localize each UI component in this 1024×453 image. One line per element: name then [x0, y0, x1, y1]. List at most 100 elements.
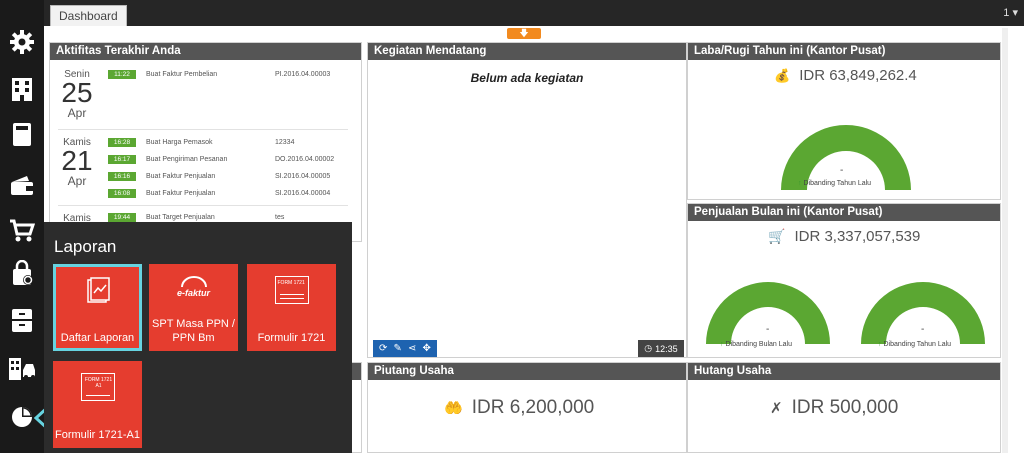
receivables-panel: Piutang Usaha 🤲 IDR 6,200,000	[367, 362, 687, 453]
tile-label: SPT Masa PPN / PPN Bm	[152, 318, 235, 344]
payables-title: Hutang Usaha	[688, 363, 1000, 380]
sales-gauge-month	[706, 282, 830, 344]
refresh-icon[interactable]: ⟳	[379, 343, 387, 354]
upcoming-panel: Kegiatan Mendatang Belum ada kegiatan ⟳ …	[367, 42, 687, 358]
tile-label: Daftar Laporan	[60, 332, 135, 344]
activity-time: 19:44	[108, 213, 136, 222]
spt-masa-ppn-tile[interactable]: e-faktur SPT Masa PPN / PPN Bm	[149, 264, 238, 351]
activity-text: Buat Harga Pemasok	[146, 139, 213, 146]
book-icon[interactable]	[6, 118, 38, 150]
tab-count-value: 1	[1003, 7, 1010, 19]
activity-panel: Aktifitas Terakhir Anda Senin 25 Apr 11:…	[49, 42, 362, 242]
receivables-title: Piutang Usaha	[368, 363, 686, 380]
empty-message: Belum ada kegiatan	[470, 71, 584, 85]
hand-money-icon: 🤲	[444, 400, 463, 417]
arrow-down-icon: 🡇	[519, 27, 529, 38]
arrow-up-icon: ↑	[878, 341, 882, 348]
divider	[58, 129, 348, 130]
profit-panel: Laba/Rugi Tahun ini (Kantor Pusat) 💰 IDR…	[687, 42, 1001, 200]
bag-icon[interactable]	[6, 257, 38, 289]
profit-amount-row: 💰 IDR 63,849,262.4	[774, 67, 917, 84]
clock-badge: ◷ 12:35	[638, 340, 684, 357]
activity-ref: DO.2016.04.00002	[275, 156, 335, 163]
activity-row[interactable]: 11:22 Buat Faktur Pembelian PI.2016.04.0…	[108, 70, 348, 81]
arrow-up-icon: ↑	[798, 180, 802, 187]
payables-panel: Hutang Usaha ✗ IDR 500,000	[687, 362, 1001, 453]
tile-label: Formulir 1721-A1	[55, 429, 140, 441]
tile-label: Formulir 1721	[257, 332, 326, 344]
buildings-icon[interactable]	[6, 73, 38, 105]
tab-dashboard[interactable]: Dashboard	[50, 5, 127, 26]
formulir-1721-a1-tile[interactable]: FORM 1721 A1 Formulir 1721-A1	[53, 361, 142, 448]
efaktur-logo-text: e-faktur	[176, 288, 210, 298]
popup-title: Laporan	[54, 237, 117, 256]
receivables-amount-row: 🤲 IDR 6,200,000	[444, 397, 594, 419]
activity-month: Apr	[67, 106, 87, 120]
activity-ref: tes	[275, 214, 285, 221]
activity-date: Kamis 21 Apr	[58, 137, 96, 188]
wallet-icon[interactable]	[6, 169, 38, 201]
tab-count[interactable]: 1 ▾	[1003, 6, 1018, 19]
formulir-1721-tile[interactable]: FORM 1721 Formulir 1721	[247, 264, 336, 351]
clock-time: 12:35	[655, 343, 678, 354]
activity-text: Buat Pengiriman Pesanan	[146, 156, 228, 163]
sales-gauge-year-value: -	[921, 324, 925, 335]
activity-time: 11:22	[108, 70, 136, 79]
sales-gauge-year	[861, 282, 985, 344]
clock-icon: ◷	[644, 343, 653, 353]
activity-time: 16:28	[108, 138, 136, 147]
activity-date: Senin 25 Apr	[58, 69, 96, 120]
sales-gauge-month-value: -	[766, 324, 770, 335]
activity-ref: SI.2016.04.00005	[275, 173, 331, 180]
cart-icon[interactable]	[6, 214, 38, 246]
move-icon[interactable]: ✥	[423, 343, 431, 354]
activity-text: Buat Target Penjualan	[146, 214, 215, 221]
activity-row[interactable]: 16:08 Buat Faktur Penjualan SI.2016.04.0…	[108, 189, 348, 200]
activity-title: Aktifitas Terakhir Anda	[50, 43, 361, 60]
activity-text: Buat Faktur Penjualan	[146, 190, 216, 197]
activity-ref: 12334	[275, 139, 295, 146]
activity-ref: SI.2016.04.00004	[275, 190, 331, 197]
activity-ref: PI.2016.04.00003	[275, 71, 331, 78]
payables-amount-row: ✗ IDR 500,000	[770, 397, 898, 419]
receivables-amount: IDR 6,200,000	[471, 397, 595, 418]
archive-icon[interactable]	[6, 304, 38, 336]
activity-time: 16:17	[108, 155, 136, 164]
activity-time: 16:08	[108, 189, 136, 198]
activity-row[interactable]: 16:28 Buat Harga Pemasok 12334	[108, 138, 348, 149]
tab-bar: Dashboard 1 ▾	[44, 0, 1024, 26]
activity-row[interactable]: 16:16 Buat Faktur Penjualan SI.2016.04.0…	[108, 172, 348, 183]
activity-text: Buat Faktur Penjualan	[146, 173, 216, 180]
share-icon[interactable]: ⋖	[408, 343, 416, 354]
upcoming-title: Kegiatan Mendatang	[368, 43, 686, 60]
activity-time: 16:16	[108, 172, 136, 181]
side-rail	[0, 0, 64, 453]
money-bag-icon: 💰	[774, 67, 791, 83]
edit-icon[interactable]: ✎	[394, 343, 402, 354]
profit-amount: IDR 63,849,262.4	[799, 67, 917, 84]
form-1721-icon: FORM 1721	[247, 276, 336, 304]
profit-gauge-value: -	[840, 165, 844, 176]
laporan-popup: Laporan Daftar Laporan e-faktur SPT Masa…	[44, 222, 352, 453]
sales-gauge-year-note: ↑ Dibanding Tahun Lalu	[878, 341, 951, 348]
arrow-up-icon: ↑	[720, 341, 724, 348]
profit-gauge-note: ↑ Dibanding Tahun Lalu	[798, 180, 871, 187]
activity-day: 25	[61, 77, 93, 108]
scrollbar[interactable]	[1002, 28, 1008, 453]
daftar-laporan-tile[interactable]: Daftar Laporan	[53, 264, 142, 351]
sales-gauge-month-note: ↑ Dibanding Bulan Lalu	[720, 341, 792, 348]
activity-month: Apr	[67, 174, 87, 188]
gear-icon[interactable]	[6, 26, 38, 58]
form-logo-text: FORM 1721	[277, 280, 305, 286]
sales-panel: Penjualan Bulan ini (Kantor Pusat) 🛒 IDR…	[687, 203, 1001, 358]
sales-amount: IDR 3,337,057,539	[794, 228, 921, 245]
activity-day: 21	[61, 145, 93, 176]
activity-text: Buat Faktur Pembelian	[146, 71, 218, 78]
form-1721-a1-icon: FORM 1721 A1	[53, 373, 142, 401]
city-car-icon[interactable]	[6, 352, 38, 384]
sales-note-month: Dibanding Bulan Lalu	[725, 341, 793, 348]
collapse-toggle[interactable]: 🡇	[507, 28, 541, 39]
sales-note-year: Dibanding Tahun Lalu	[883, 341, 952, 348]
report-icon	[53, 276, 142, 306]
activity-row[interactable]: 16:17 Buat Pengiriman Pesanan DO.2016.04…	[108, 155, 348, 166]
